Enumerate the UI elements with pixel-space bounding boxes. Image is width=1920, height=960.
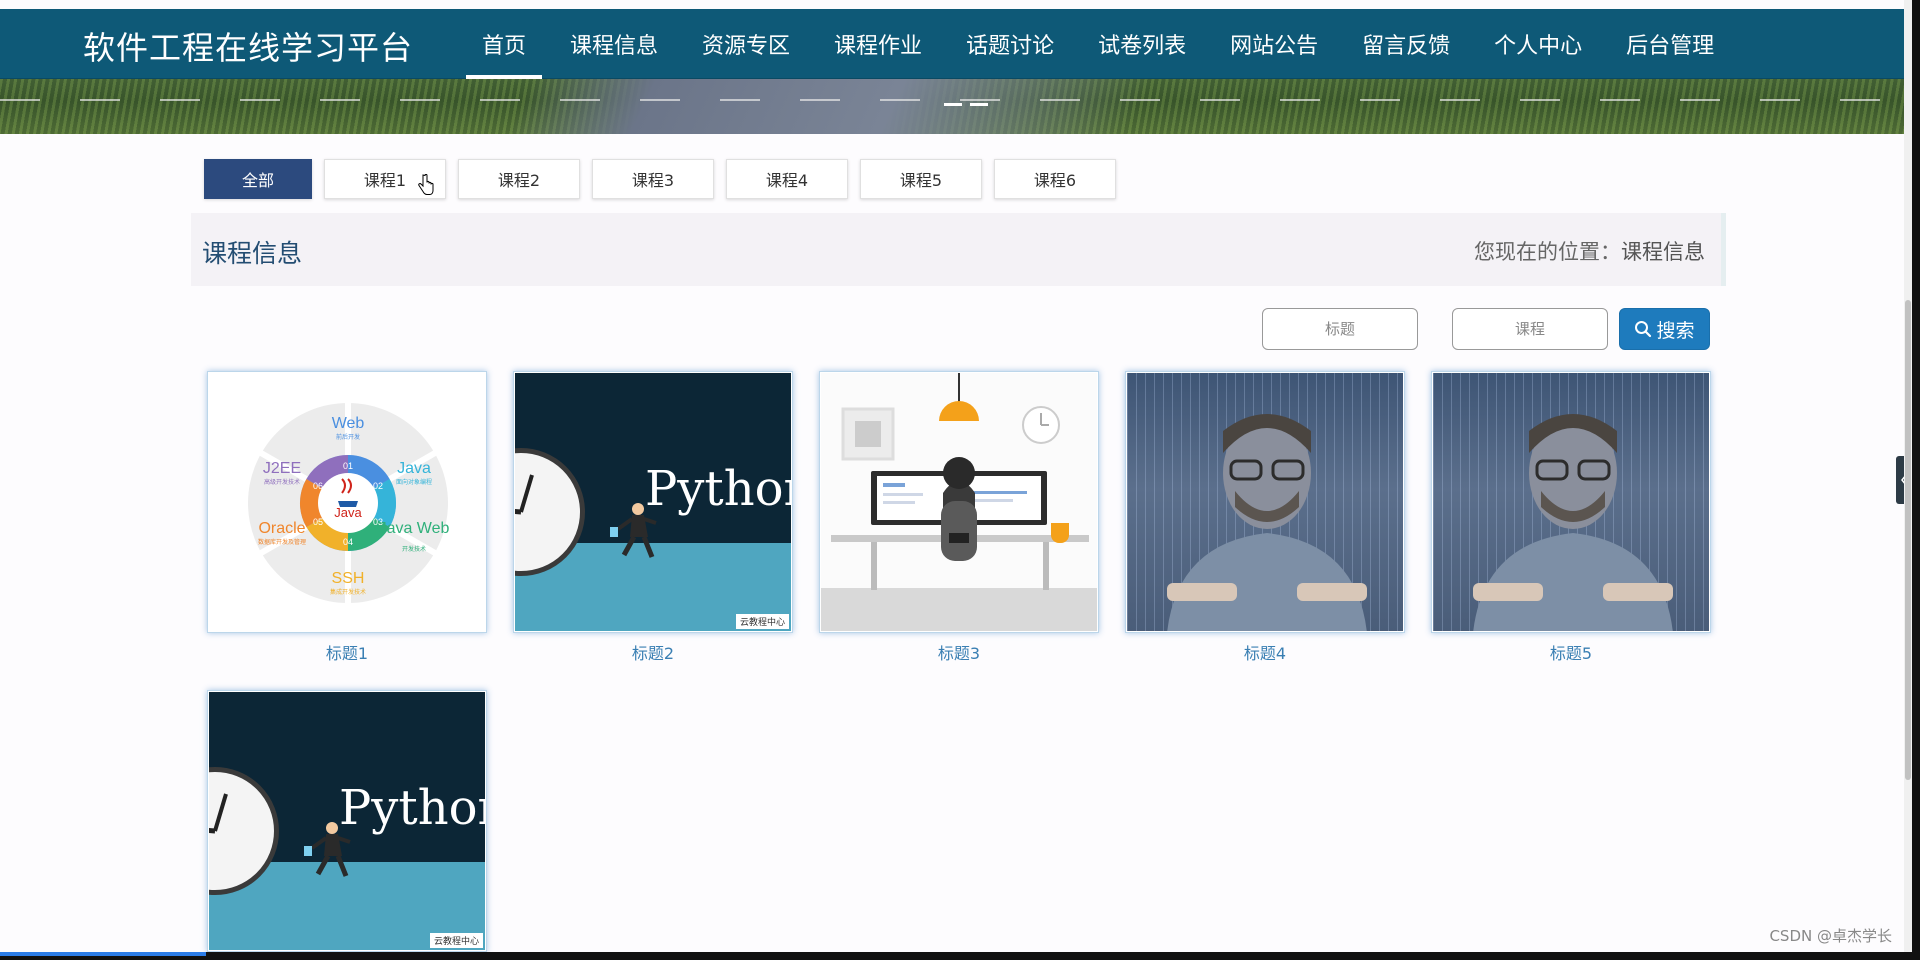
svg-text:Oracle: Oracle <box>258 520 305 537</box>
tab-course-6[interactable]: 课程6 <box>994 159 1116 199</box>
svg-text:J2EE: J2EE <box>263 460 301 477</box>
banner-path <box>507 79 1153 134</box>
course-card[interactable] <box>819 371 1099 633</box>
site-header: 软件工程在线学习平台 首页 课程信息 资源专区 课程作业 话题讨论 试卷列表 网… <box>0 9 1912 79</box>
course-card-title[interactable]: 标题2 <box>513 640 793 664</box>
svg-text:面向对象编程: 面向对象编程 <box>396 478 432 486</box>
svg-text:Java Web: Java Web <box>379 520 450 537</box>
svg-text:04: 04 <box>343 537 353 547</box>
svg-text:SSH: SSH <box>332 570 365 587</box>
nav-profile[interactable]: 个人中心 <box>1472 9 1604 79</box>
tab-course-5[interactable]: 课程5 <box>860 159 982 199</box>
title-search-input[interactable] <box>1262 308 1418 350</box>
section-header: 课程信息 您现在的位置：课程信息 <box>191 213 1726 286</box>
nav-announcements[interactable]: 网站公告 <box>1208 9 1340 79</box>
svg-text:高级开发技术: 高级开发技术 <box>264 478 300 486</box>
course-card-title[interactable]: 标题3 <box>819 640 1099 664</box>
svg-text:01: 01 <box>343 461 353 471</box>
hand-cursor-icon <box>418 174 434 195</box>
course-card-title[interactable]: 标题1 <box>207 640 487 664</box>
breadcrumb: 您现在的位置：课程信息 <box>1474 236 1705 266</box>
breadcrumb-current[interactable]: 课程信息 <box>1621 240 1705 264</box>
svg-text:开发技术: 开发技术 <box>402 545 426 553</box>
bottom-black-bar <box>0 952 1920 960</box>
category-tabs: 全部 课程1 课程2 课程3 课程4 课程5 课程6 <box>204 159 1116 199</box>
course-card[interactable] <box>1431 371 1711 633</box>
nav-homework[interactable]: 课程作业 <box>812 9 944 79</box>
nav-course-info[interactable]: 课程信息 <box>548 9 680 79</box>
svg-text:Java: Java <box>397 460 431 477</box>
python-label: Python <box>645 461 791 517</box>
course-thumbnail-developer <box>821 373 1097 631</box>
search-button[interactable]: 搜索 <box>1619 308 1710 350</box>
right-black-bar <box>1912 0 1920 960</box>
page-viewport: 软件工程在线学习平台 首页 课程信息 资源专区 课程作业 话题讨论 试卷列表 网… <box>0 0 1912 952</box>
course-card-title[interactable]: 标题4 <box>1125 640 1405 664</box>
svg-text:06: 06 <box>313 481 323 491</box>
running-man-illustration <box>610 503 657 558</box>
tab-course-2[interactable]: 课程2 <box>458 159 580 199</box>
nav-topics[interactable]: 话题讨论 <box>944 9 1076 79</box>
python-label: Python <box>339 780 485 836</box>
site-title[interactable]: 软件工程在线学习平台 <box>83 23 413 69</box>
nav-exams[interactable]: 试卷列表 <box>1076 9 1208 79</box>
nav-admin[interactable]: 后台管理 <box>1604 9 1736 79</box>
banner-carousel-indicator[interactable] <box>944 103 988 106</box>
course-card[interactable]: Python 云教程中心 <box>207 690 487 952</box>
course-search-input[interactable] <box>1452 308 1608 350</box>
search-icon <box>1635 321 1652 338</box>
watermark-tag: 云教程中心 <box>429 933 483 948</box>
nav-home[interactable]: 首页 <box>460 9 548 79</box>
main-nav: 首页 课程信息 资源专区 课程作业 话题讨论 试卷列表 网站公告 留言反馈 个人… <box>460 9 1736 79</box>
vertical-scrollbar[interactable] <box>1904 0 1912 952</box>
course-thumbnail-java: Java 01 02 03 04 05 06 Web 前后开发 Java 面向对… <box>209 373 485 631</box>
clock-illustration <box>209 767 279 895</box>
course-card[interactable]: Python 云教程中心 <box>513 371 793 633</box>
video-progress-bar[interactable] <box>0 952 206 956</box>
scrollbar-thumb[interactable] <box>1905 300 1911 780</box>
watermark-tag: 云教程中心 <box>735 614 789 629</box>
course-thumbnail-python: Python 云教程中心 <box>515 373 791 631</box>
clock-illustration <box>515 448 585 576</box>
svg-text:05: 05 <box>313 517 323 527</box>
banner-fence <box>0 99 1912 101</box>
course-thumbnail-programmer <box>1127 373 1403 631</box>
tab-all[interactable]: 全部 <box>204 159 312 199</box>
svg-text:02: 02 <box>373 481 383 491</box>
search-button-label: 搜索 <box>1656 319 1695 342</box>
nav-resources[interactable]: 资源专区 <box>680 9 812 79</box>
svg-text:数据库开发及管理: 数据库开发及管理 <box>258 538 306 546</box>
course-card-title[interactable]: 标题5 <box>1431 640 1711 664</box>
hero-banner[interactable] <box>0 79 1912 134</box>
course-card[interactable]: Java 01 02 03 04 05 06 Web 前后开发 Java 面向对… <box>207 371 487 633</box>
svg-text:集成开发技术: 集成开发技术 <box>330 588 366 596</box>
course-thumbnail-programmer <box>1433 373 1709 631</box>
csdn-watermark: CSDN @卓杰学长 <box>1769 927 1892 945</box>
running-man-illustration <box>304 822 351 877</box>
svg-text:Web: Web <box>332 415 365 432</box>
course-card[interactable] <box>1125 371 1405 633</box>
tab-course-3[interactable]: 课程3 <box>592 159 714 199</box>
tab-course-4[interactable]: 课程4 <box>726 159 848 199</box>
java-center-label: Java <box>334 505 362 520</box>
course-thumbnail-python: Python 云教程中心 <box>209 692 485 950</box>
nav-feedback[interactable]: 留言反馈 <box>1340 9 1472 79</box>
section-title: 课程信息 <box>202 239 303 268</box>
svg-text:前后开发: 前后开发 <box>336 433 360 441</box>
breadcrumb-prefix: 您现在的位置： <box>1474 240 1621 264</box>
